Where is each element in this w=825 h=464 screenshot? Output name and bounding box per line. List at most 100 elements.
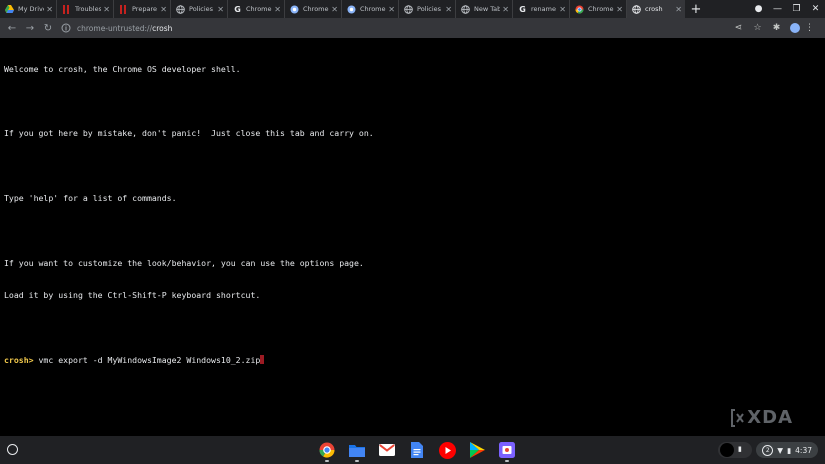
docs-icon bbox=[411, 442, 423, 458]
google-icon: G bbox=[234, 4, 241, 14]
tab-strip: My Drive ✕ Troubleshoot ✕ Prepare ✕ Poli… bbox=[0, 0, 825, 18]
shelf-app-files[interactable] bbox=[342, 436, 372, 464]
tab-title: Policies bbox=[189, 5, 214, 13]
url-scheme: chrome-untrusted:// bbox=[77, 23, 153, 33]
close-icon[interactable]: ✕ bbox=[445, 5, 452, 14]
pod-toggle[interactable]: ▮ bbox=[718, 442, 752, 458]
address-bar[interactable]: chrome-untrusted://crosh bbox=[61, 18, 172, 38]
forward-icon[interactable]: → bbox=[21, 23, 39, 34]
drive-icon bbox=[5, 5, 14, 14]
running-indicator bbox=[505, 460, 509, 462]
reload-icon[interactable]: ↻ bbox=[39, 23, 57, 34]
tab-title: My Drive bbox=[18, 5, 45, 13]
avatar[interactable] bbox=[790, 23, 800, 33]
shell-prompt: crosh> bbox=[4, 355, 34, 366]
tab[interactable]: My Drive ✕ bbox=[0, 0, 57, 18]
text-cursor bbox=[260, 355, 265, 365]
shelf-app-screen-capture[interactable] bbox=[492, 436, 522, 464]
shelf-app-play-store[interactable] bbox=[462, 436, 492, 464]
tab[interactable]: Prepare ✕ bbox=[114, 0, 171, 18]
typed-command: vmc export -d MyWindowsImage2 Windows10_… bbox=[33, 355, 261, 366]
tab[interactable]: G Chrome ✕ bbox=[228, 0, 285, 18]
globe-icon bbox=[404, 4, 413, 14]
terminal-line: If you got here by mistake, don't panic!… bbox=[4, 128, 374, 139]
close-icon[interactable]: ✕ bbox=[616, 5, 623, 14]
close-icon[interactable]: ✕ bbox=[559, 5, 566, 14]
tab-title: Policies bbox=[417, 5, 442, 13]
bookmark-star-icon[interactable]: ☆ bbox=[748, 23, 767, 33]
globe-icon bbox=[461, 4, 470, 14]
close-icon[interactable]: ✕ bbox=[502, 5, 509, 14]
tab[interactable]: Troubleshoot ✕ bbox=[57, 0, 114, 18]
tab-title: Chrome bbox=[246, 5, 272, 13]
tab[interactable]: Chrome ✕ bbox=[570, 0, 627, 18]
close-window-icon[interactable]: ✕ bbox=[806, 4, 825, 14]
tab-search-icon[interactable]: ● bbox=[749, 4, 768, 14]
running-indicator bbox=[355, 460, 359, 462]
notification-count: 2 bbox=[762, 444, 774, 456]
tab-active-crosh[interactable]: crosh ✕ bbox=[627, 0, 685, 18]
tab[interactable]: New Tab ✕ bbox=[456, 0, 513, 18]
terminal-line: Load it by using the Ctrl-Shift-P keyboa… bbox=[4, 290, 261, 301]
shelf-apps bbox=[312, 436, 522, 464]
back-icon[interactable]: ← bbox=[3, 23, 21, 34]
running-indicator bbox=[325, 460, 329, 462]
chrome-icon bbox=[575, 5, 584, 14]
close-icon[interactable]: ✕ bbox=[331, 5, 338, 14]
toolbar-actions: ⋖ ☆ ✱ ⋮ bbox=[729, 18, 819, 38]
shelf-app-docs[interactable] bbox=[402, 436, 432, 464]
close-icon[interactable]: ✕ bbox=[160, 5, 167, 14]
shelf-app-chrome[interactable] bbox=[312, 436, 342, 464]
battery-icon: ▮ bbox=[787, 445, 792, 455]
minimize-icon[interactable]: — bbox=[768, 4, 787, 14]
screen-capture-icon bbox=[499, 442, 515, 458]
files-icon bbox=[349, 445, 365, 457]
shelf-app-gmail[interactable] bbox=[372, 436, 402, 464]
terminal-line: If you want to customize the look/behavi… bbox=[4, 257, 364, 268]
youtube-icon bbox=[438, 441, 456, 459]
new-tab-button[interactable]: + bbox=[685, 0, 707, 18]
chromeos-shelf: ▮ 2 ▼ ▮ 4:37 bbox=[0, 436, 825, 464]
close-icon[interactable]: ✕ bbox=[675, 5, 682, 14]
crosh-terminal[interactable]: Welcome to crosh, the Chrome OS develope… bbox=[0, 38, 825, 436]
menu-icon[interactable]: ⋮ bbox=[800, 23, 819, 33]
tab-title: crosh bbox=[645, 5, 663, 13]
clock-time: 4:37 bbox=[795, 445, 812, 455]
terminal-line: Welcome to crosh, the Chrome OS develope… bbox=[4, 63, 241, 74]
launcher-icon[interactable] bbox=[7, 444, 18, 455]
chrome-icon bbox=[290, 5, 299, 14]
tab[interactable]: Policies ✕ bbox=[171, 0, 228, 18]
shelf-app-youtube[interactable] bbox=[432, 436, 462, 464]
tab[interactable]: Chrome ✕ bbox=[285, 0, 342, 18]
tab[interactable]: Chrome ✕ bbox=[342, 0, 399, 18]
terminal-line: Type 'help' for a list of commands. bbox=[4, 193, 177, 204]
close-icon[interactable]: ✕ bbox=[217, 5, 224, 14]
plus-icon: + bbox=[690, 1, 702, 17]
window-controls: ● — ❐ ✕ bbox=[749, 0, 825, 18]
close-icon[interactable]: ✕ bbox=[388, 5, 395, 14]
tab-title: Chrome bbox=[360, 5, 386, 13]
share-icon[interactable]: ⋖ bbox=[729, 23, 748, 33]
tab-title: Troubleshoot bbox=[75, 5, 102, 13]
url-path: crosh bbox=[152, 23, 173, 33]
command-line[interactable]: crosh> vmc export -d MyWindowsImage2 Win… bbox=[4, 355, 821, 366]
status-tray[interactable]: 2 ▼ ▮ 4:37 bbox=[756, 442, 818, 458]
restore-icon[interactable]: ❐ bbox=[787, 4, 806, 14]
extensions-icon[interactable]: ✱ bbox=[767, 23, 786, 33]
google-icon: G bbox=[519, 4, 526, 14]
close-icon[interactable]: ✕ bbox=[46, 5, 53, 14]
tab-title: Chrome bbox=[303, 5, 329, 13]
close-icon[interactable]: ✕ bbox=[103, 5, 110, 14]
tab[interactable]: G rename ✕ bbox=[513, 0, 570, 18]
tab-title: New Tab bbox=[474, 5, 501, 13]
tab[interactable]: Policies ✕ bbox=[399, 0, 456, 18]
play-store-icon bbox=[469, 442, 485, 458]
toggle-knob bbox=[720, 443, 734, 457]
wifi-icon: ▼ bbox=[777, 445, 784, 455]
site-info-icon[interactable] bbox=[61, 23, 71, 33]
close-icon[interactable]: ✕ bbox=[274, 5, 281, 14]
tab-title: Chrome bbox=[588, 5, 614, 13]
xda-watermark: XDA bbox=[731, 407, 793, 428]
